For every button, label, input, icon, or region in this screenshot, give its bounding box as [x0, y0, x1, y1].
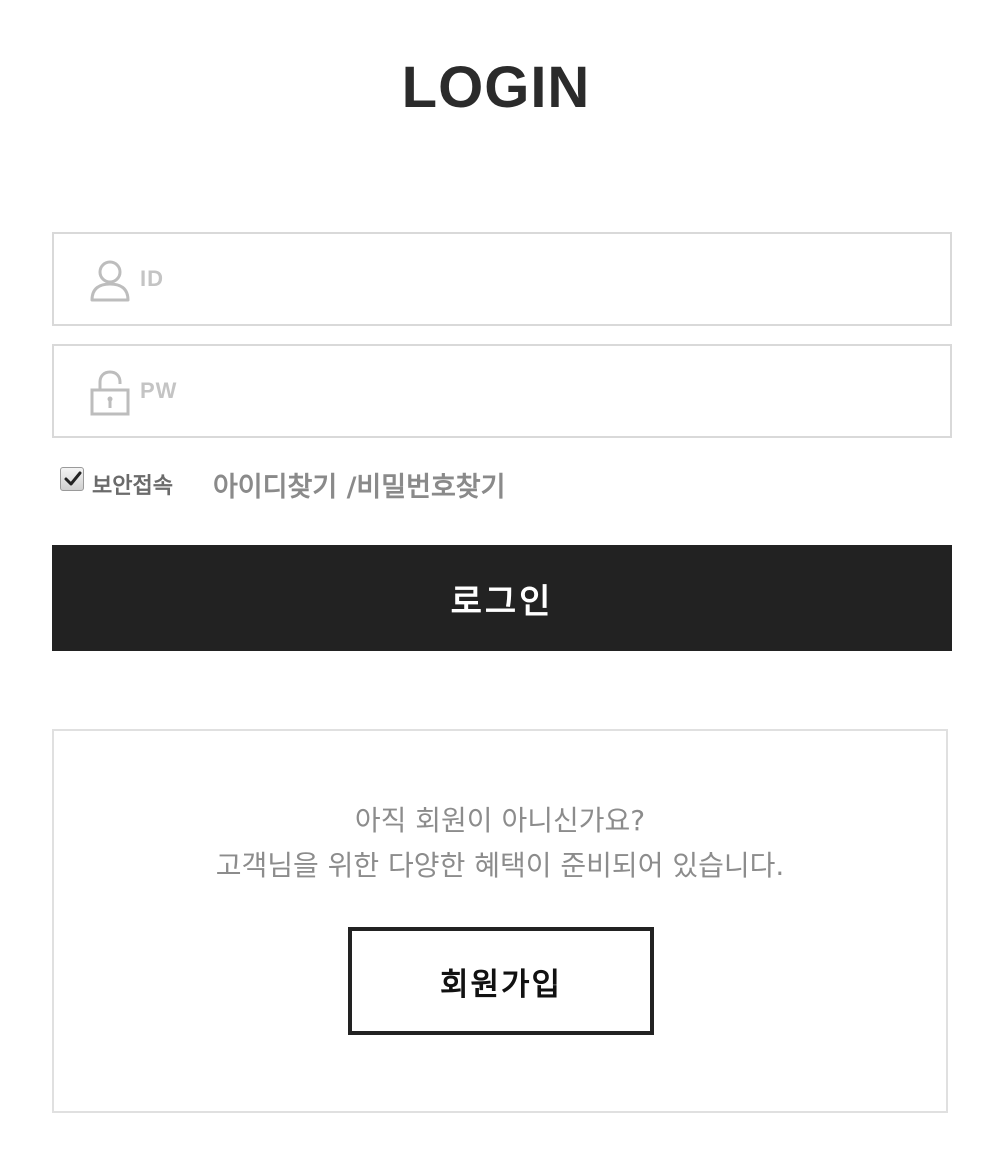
join-prompt: 아직 회원이 아니신가요?	[354, 804, 646, 837]
pw-input[interactable]	[140, 346, 940, 436]
user-icon	[88, 258, 132, 304]
join-benefits-text: 고객님을 위한 다양한 혜택이 준비되어 있습니다.	[215, 849, 785, 882]
pw-field[interactable]	[52, 344, 952, 438]
login-page: LOGIN 보안접속 아이디찾기 /비밀번호찾기	[0, 0, 992, 1164]
secure-login-label[interactable]: 보안접속	[92, 468, 173, 500]
id-input[interactable]	[140, 234, 940, 324]
id-field[interactable]	[52, 232, 952, 326]
find-id-password-link[interactable]: 아이디찾기 /비밀번호찾기	[213, 465, 506, 504]
secure-login-checkbox[interactable]	[60, 467, 84, 491]
login-button[interactable]: 로그인	[52, 545, 952, 651]
page-title: LOGIN	[401, 55, 591, 120]
join-button[interactable]: 회원가입	[348, 927, 654, 1035]
login-options: 보안접속 아이디찾기 /비밀번호찾기	[60, 462, 505, 506]
join-panel: 아직 회원이 아니신가요? 고객님을 위한 다양한 혜택이 준비되어 있습니다.…	[52, 729, 948, 1113]
checkmark-icon	[64, 471, 82, 486]
lock-icon	[88, 370, 132, 416]
